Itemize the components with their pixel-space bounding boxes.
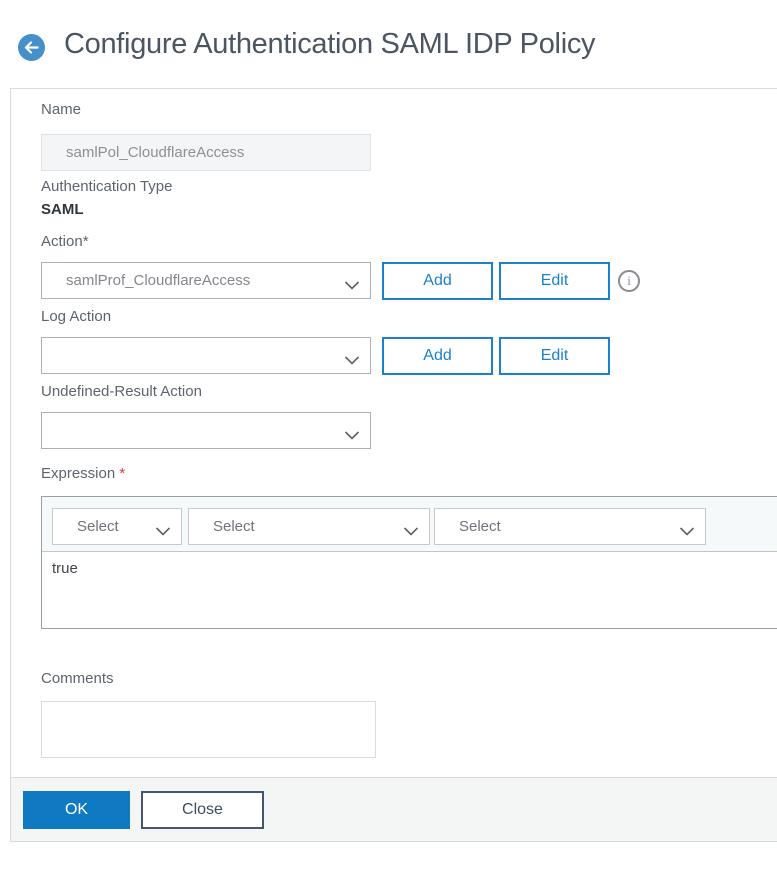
authentication-type-label: Authentication Type xyxy=(41,178,173,195)
log-action-edit-button[interactable]: Edit xyxy=(499,337,610,375)
log-action-select[interactable] xyxy=(41,337,371,374)
chevron-down-icon xyxy=(344,277,360,294)
expression-label: Expression * xyxy=(41,465,126,482)
log-action-add-button[interactable]: Add xyxy=(382,337,493,375)
comments-input[interactable] xyxy=(41,701,376,758)
expression-select-2[interactable]: Select xyxy=(188,508,430,545)
action-select-value: samlProf_CloudflareAccess xyxy=(66,272,251,289)
close-button[interactable]: Close xyxy=(141,791,264,829)
log-action-label: Log Action xyxy=(41,308,112,325)
form-footer: OK Close xyxy=(11,777,777,841)
expression-select-1[interactable]: Select xyxy=(52,508,182,545)
name-input xyxy=(41,134,371,171)
action-label: Action* xyxy=(41,233,89,250)
ok-button[interactable]: OK xyxy=(23,791,130,829)
expression-select-3[interactable]: Select xyxy=(434,508,706,545)
chevron-down-icon xyxy=(344,427,360,444)
action-edit-button[interactable]: Edit xyxy=(499,262,610,300)
chevron-down-icon xyxy=(344,352,360,369)
info-icon[interactable]: i xyxy=(618,270,640,292)
expression-toolbar: Select Select Select xyxy=(42,497,777,552)
page-title: Configure Authentication SAML IDP Policy xyxy=(64,28,596,60)
chevron-down-icon xyxy=(403,523,419,540)
undefined-result-action-select[interactable] xyxy=(41,412,371,449)
comments-label: Comments xyxy=(41,670,114,687)
action-add-button[interactable]: Add xyxy=(382,262,493,300)
chevron-down-icon xyxy=(679,523,695,540)
action-select[interactable]: samlProf_CloudflareAccess xyxy=(41,262,371,299)
back-button[interactable] xyxy=(18,34,45,61)
chevron-down-icon xyxy=(155,523,171,540)
name-label: Name xyxy=(41,101,82,118)
expression-input[interactable]: true xyxy=(42,552,777,628)
page-header: Configure Authentication SAML IDP Policy xyxy=(0,0,777,88)
config-form-panel: Name Authentication Type SAML Action* sa… xyxy=(10,88,777,842)
undefined-result-action-label: Undefined-Result Action xyxy=(41,383,202,400)
required-asterisk: * xyxy=(119,465,126,482)
expression-builder: Select Select Select true xyxy=(41,496,777,629)
authentication-type-value: SAML xyxy=(41,201,84,218)
arrow-left-icon xyxy=(24,41,39,54)
